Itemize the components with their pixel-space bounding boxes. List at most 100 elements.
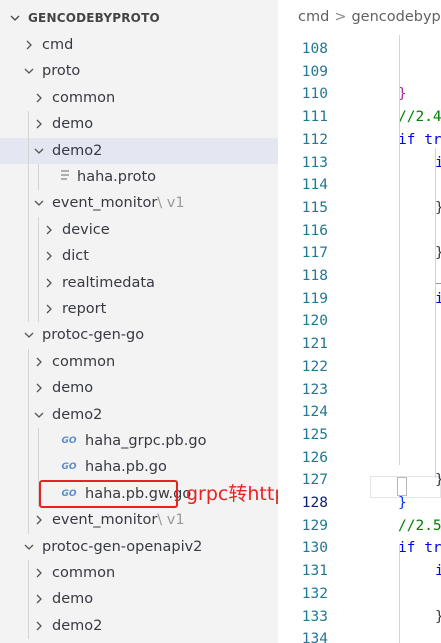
chevron-down-icon: [32, 408, 46, 422]
tree-folder[interactable]: demo2: [0, 402, 278, 428]
indent-guide: [38, 164, 39, 191]
highlight-box: [39, 480, 178, 508]
line-number: 117: [301, 245, 328, 262]
tree-folder[interactable]: common: [0, 560, 278, 586]
tree-folder[interactable]: event_monitor \ v1: [0, 507, 278, 533]
tree-folder[interactable]: protoc-gen-openapiv2: [0, 534, 278, 560]
proto-file-icon: [58, 167, 72, 187]
chevron-right-icon: [22, 38, 36, 52]
line-number: 134: [301, 631, 328, 643]
tree-folder[interactable]: dict: [0, 243, 278, 269]
tree-item-label: demo2: [52, 617, 103, 634]
indent-guide: [399, 545, 400, 643]
code-editor[interactable]: cmd >gencodebyproto 108 109} 110} 111 //2.4 11…: [278, 0, 441, 643]
tree-folder[interactable]: report: [0, 296, 278, 322]
line-number: 116: [301, 222, 328, 239]
chevron-right-icon: [42, 249, 56, 263]
chevron-down-icon: [32, 144, 46, 158]
code-line[interactable]: //2.4: [398, 109, 441, 125]
tree-item-label: demo: [52, 591, 94, 608]
breadcrumb: cmd >gencodebyproto: [298, 9, 441, 25]
tree-folder[interactable]: demo2: [0, 137, 278, 164]
code-line[interactable]: }: [398, 495, 407, 511]
line-number: 122: [301, 358, 328, 375]
tree-item-label: demo2: [52, 406, 103, 423]
tree-item-label: proto: [42, 63, 81, 80]
tree-file[interactable]: haha.proto: [0, 164, 278, 190]
chevron-right-icon: [32, 117, 46, 131]
line-number: 129: [301, 517, 328, 534]
code-line[interactable]: }: [435, 609, 441, 625]
indent-guide: [38, 216, 39, 323]
tree-item-label: haha.pb.go: [85, 459, 167, 476]
tree-item-label: cmd: [42, 37, 74, 53]
line-number: 108: [301, 41, 328, 57]
chevron-right-icon: [32, 355, 46, 369]
chevron-down-icon: [8, 11, 22, 25]
chevron-right-icon: [42, 302, 56, 316]
tree-item-label: common: [52, 353, 116, 370]
tree-folder[interactable]: protoc-gen-go: [0, 322, 278, 348]
line-number: 127: [301, 472, 328, 489]
explorer-root-header[interactable]: GENCODEBYPROTO: [0, 5, 278, 31]
indent-guide: [28, 348, 29, 534]
tree-file[interactable]: GO haha.pb.go: [0, 454, 278, 480]
tree-folder[interactable]: proto: [0, 58, 278, 84]
chevron-right-icon: [32, 513, 46, 527]
chevron-right-icon: [42, 223, 56, 237]
tree-folder[interactable]: device: [0, 217, 278, 243]
tree-folder[interactable]: demo: [0, 586, 278, 612]
tree-folder[interactable]: demo2: [0, 613, 278, 639]
breadcrumb-item[interactable]: cmd: [298, 9, 329, 25]
chevron-right-icon: [32, 619, 46, 633]
tree-file[interactable]: GO haha_grpc.pb.go: [0, 428, 278, 454]
code-line[interactable]: i: [435, 563, 441, 579]
breadcrumb-item[interactable]: gencodebyproto: [351, 9, 441, 25]
line-number: 115: [301, 199, 328, 216]
chevron-right-icon: [42, 276, 56, 290]
chevron-right-icon: [32, 566, 46, 580]
line-number: 128: [301, 495, 328, 511]
line-number: 123: [301, 381, 328, 398]
tree-item-label: common: [52, 565, 116, 581]
explorer-sidebar: GENCODEBYPROTO cmd proto common demo demo2 ha…: [0, 0, 278, 643]
tree-folder[interactable]: event_monitor \ v1: [0, 190, 278, 216]
line-number: 112: [301, 131, 328, 148]
tree-item-label: haha.proto: [77, 169, 157, 185]
line-number: 120: [301, 313, 328, 330]
line-number: 109: [301, 63, 328, 80]
line-number: 121: [301, 336, 328, 353]
tree-folder[interactable]: demo: [0, 111, 278, 137]
tree-item-label: device: [62, 221, 110, 238]
tree-folder[interactable]: realtimedata: [0, 270, 278, 296]
tree-item-label: event_monitor: [52, 195, 158, 212]
line-number: 111: [301, 109, 328, 126]
indent-guide: [399, 35, 400, 465]
tree-item-label: report: [62, 301, 107, 317]
tree-item-suffix: \ v1: [157, 195, 185, 212]
go-file-icon: GO: [61, 462, 77, 473]
tree-folder[interactable]: common: [0, 349, 278, 375]
code-line[interactable]: if tr: [398, 540, 441, 556]
tree-item-suffix: \ v1: [157, 512, 185, 529]
line-number: 133: [301, 608, 328, 625]
line-number: 114: [301, 177, 328, 194]
line-number: 132: [301, 585, 328, 602]
line-number: 131: [301, 563, 328, 580]
breadcrumb-separator: >: [334, 9, 347, 25]
tree-folder[interactable]: cmd: [0, 32, 278, 58]
tree-item-label: event_monitor: [52, 512, 158, 529]
tree-folder[interactable]: demo: [0, 375, 278, 401]
explorer-root-label: GENCODEBYPROTO: [28, 11, 160, 25]
indent-guide: [435, 148, 436, 478]
line-number: 113: [301, 154, 328, 171]
tree-item-label: protoc-gen-openapiv2: [42, 538, 203, 555]
chevron-down-icon: [22, 540, 36, 554]
code-line[interactable]: //2.5: [398, 518, 441, 534]
tree-item-label: haha_grpc.pb.go: [85, 433, 207, 449]
tree-item-label: protoc-gen-go: [42, 327, 145, 344]
code-line[interactable]: if tr: [398, 132, 441, 148]
indent-guide: [28, 560, 29, 640]
line-number: 118: [301, 268, 328, 284]
tree-folder[interactable]: common: [0, 85, 278, 111]
